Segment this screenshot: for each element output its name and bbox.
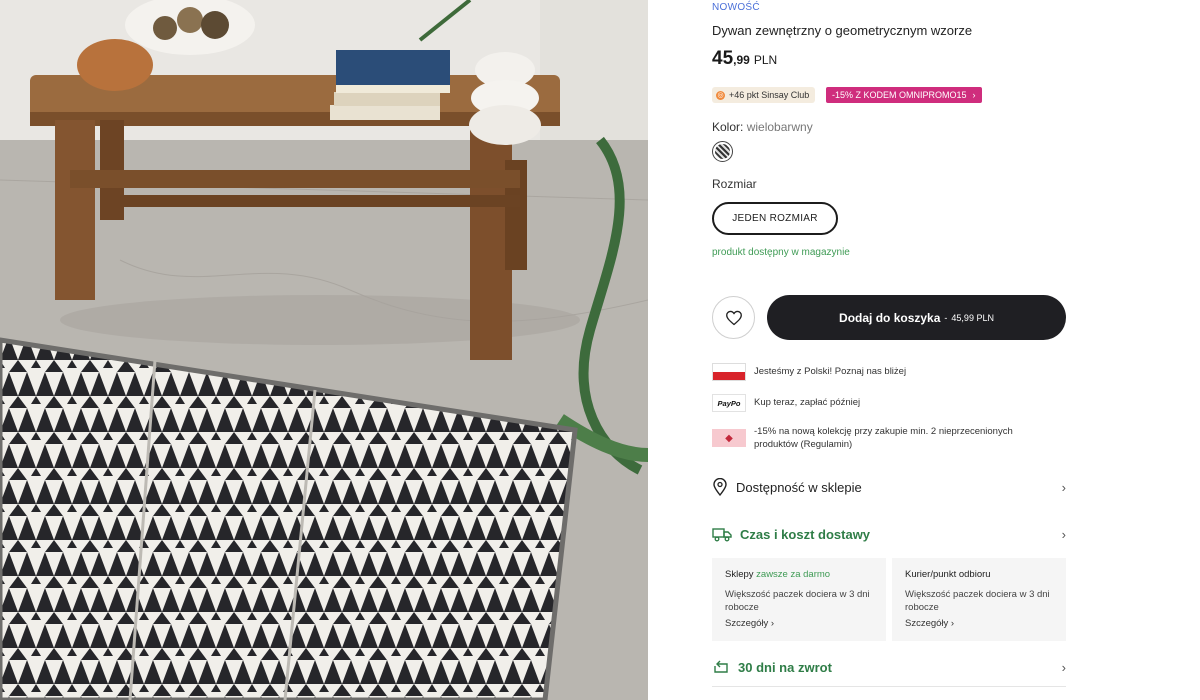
info-paypo[interactable]: PayPo Kup teraz, zapłać później [712, 394, 860, 412]
wishlist-button[interactable] [712, 296, 755, 339]
club-points-chip: ◎ +46 pkt Sinsay Club [712, 87, 816, 103]
store-availability-row[interactable]: Dostępność w sklepie › [712, 472, 1066, 502]
club-points-text: +46 pkt Sinsay Club [729, 90, 810, 100]
delivery-card-courier: Kurier/punkt odbioru Większość paczek do… [892, 558, 1066, 641]
info-paypo-text: Kup teraz, zapłać później [754, 397, 861, 408]
price-decimal: ,99 [733, 53, 750, 67]
chevron-right-icon: › [972, 90, 976, 100]
size-option-button[interactable]: JEDEN ROZMIAR [712, 202, 838, 235]
add-to-cart-amount: 45,99 PLN [951, 312, 994, 323]
chevron-right-icon: › [1061, 526, 1066, 542]
promo-code-chip[interactable]: -15% Z KODEM OMNIPROMO15 › [826, 87, 982, 103]
add-to-cart-label: Dodaj do koszyka [839, 310, 941, 325]
color-label: Kolor: wielobarwny [712, 120, 813, 134]
price-integer: 45 [712, 48, 734, 69]
map-pin-icon [713, 478, 727, 496]
delivery-cost-label: Czas i koszt dostawy [740, 526, 871, 542]
returns-label: 30 dni na zwrot [738, 659, 832, 675]
size-label: Rozmiar [712, 177, 757, 191]
color-swatch-multicolor[interactable] [712, 141, 733, 162]
new-badge: NOWOŚĆ [712, 2, 760, 13]
color-value: wielobarwny [746, 120, 813, 134]
delivery-card-stores-text: Większość paczek dociera w 3 dni robocze [725, 589, 870, 613]
delivery-card-stores-title: Sklepy zawsze za darmo [725, 568, 873, 581]
delivery-card-stores-free: zawsze za darmo [756, 569, 831, 580]
return-icon [714, 660, 728, 673]
price-currency: PLN [753, 53, 778, 67]
product-image [0, 0, 648, 700]
stock-status: produkt dostępny w magazynie [712, 247, 850, 258]
divider [712, 686, 1066, 687]
chevron-right-icon: › [1061, 479, 1066, 495]
returns-row[interactable]: 30 dni na zwrot › [712, 652, 1066, 682]
info-promo[interactable]: ◆ -15% na nową kolekcję przy zakupie min… [712, 425, 1042, 451]
info-promo-text: -15% na nową kolekcję przy zakupie min. … [754, 426, 1013, 450]
promo-code-text: -15% Z KODEM OMNIPROMO15 [832, 90, 967, 100]
delivery-cost-row[interactable]: Czas i koszt dostawy › [712, 519, 1066, 549]
info-poland-text: Jesteśmy z Polski! Poznaj nas bliżej [754, 366, 907, 377]
add-to-cart-button[interactable]: Dodaj do koszyka - 45,99 PLN [767, 295, 1066, 340]
color-label-text: Kolor: [712, 120, 744, 134]
delivery-card-courier-text: Większość paczek dociera w 3 dni robocze [905, 589, 1050, 613]
delivery-card-courier-title: Kurier/punkt odbioru [905, 569, 991, 580]
product-title: Dywan zewnętrzny o geometrycznym wzorze [712, 23, 973, 38]
delivery-card-courier-details-link[interactable]: Szczegóły › [905, 617, 1053, 630]
chevron-right-icon: › [1061, 659, 1066, 675]
product-price: 45,99 PLN [712, 48, 777, 70]
info-poland[interactable]: Jesteśmy z Polski! Poznaj nas bliżej [712, 363, 906, 381]
delivery-card-stores-heading: Sklepy [725, 569, 754, 580]
paypo-logo-icon: PayPo [712, 394, 746, 412]
poland-flag-icon [712, 363, 746, 381]
add-to-cart-separator: - [944, 312, 948, 323]
delivery-card-stores-details-link[interactable]: Szczegóły › [725, 617, 873, 630]
product-details: NOWOŚĆ Dywan zewnętrzny o geometrycznym … [712, 0, 1066, 700]
truck-icon [712, 528, 732, 542]
club-icon: ◎ [716, 90, 725, 100]
store-availability-label: Dostępność w sklepie [736, 479, 862, 495]
promo-tag-icon: ◆ [712, 429, 746, 447]
delivery-card-stores: Sklepy zawsze za darmo Większość paczek … [712, 558, 886, 641]
heart-icon [725, 310, 742, 325]
